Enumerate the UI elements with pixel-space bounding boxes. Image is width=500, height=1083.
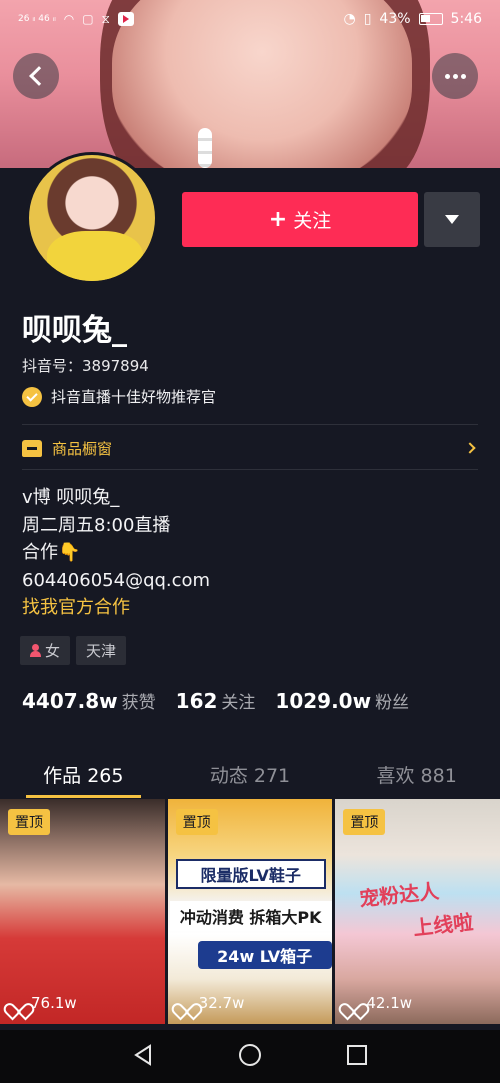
follow-button[interactable]: + 关注 [182, 192, 418, 247]
followers-label: 粉丝 [375, 693, 410, 713]
following-stat[interactable]: 162 关注 [176, 688, 256, 713]
more-dots-icon [444, 73, 466, 79]
cover-earring [198, 128, 212, 168]
video-thumbnail[interactable]: 置顶 宠粉达人 上线啦 42.1w [335, 799, 500, 1024]
heart-icon [345, 996, 360, 1010]
heart-icon [178, 996, 193, 1010]
app-notification-icon [117, 12, 134, 26]
video-caption: 24w LV箱子 [197, 941, 332, 969]
chevron-left-icon [28, 66, 49, 86]
check-badge-icon [22, 386, 42, 407]
following-label: 关注 [221, 693, 256, 713]
video-like-count: 76.1w [31, 994, 77, 1012]
shop-window-row[interactable]: 商品橱窗 [22, 432, 478, 464]
shop-window-label: 商品橱窗 [52, 439, 113, 458]
official-cooperation-link[interactable]: 找我官方合作 [22, 594, 210, 622]
content-tabs: 作品 265 动态 271 喜欢 881 [0, 750, 500, 798]
tab-likes[interactable]: 喜欢 881 [333, 750, 500, 798]
profile-bio: v博 呗呗兔_ 周二周五8:00直播 合作👇 604406054@qq.com … [22, 484, 210, 622]
pinned-badge: 置顶 [8, 809, 50, 835]
video-grid: 置顶 76.1w 置顶 限量版LV鞋子 冲动消费 拆箱大PK 24w LV箱子 … [0, 799, 500, 1024]
likes-label: 获赞 [121, 693, 156, 713]
divider [22, 469, 478, 470]
video-like-count: 42.1w [366, 994, 413, 1012]
recommend-dropdown-button[interactable] [424, 192, 480, 247]
likes-count: 4407.8w [22, 689, 118, 713]
video-thumbnail[interactable]: 置顶 76.1w [0, 799, 165, 1024]
video-caption: 冲动消费 拆箱大PK [169, 901, 332, 931]
hourglass-icon: ⧖ [101, 11, 110, 26]
status-left: 26 ᵢₗ 46 ᵢₗ ◠ ▢ ⧖ [18, 12, 134, 27]
system-navigation-bar [0, 1030, 500, 1083]
pinned-badge: 置顶 [343, 809, 386, 835]
following-count: 162 [175, 689, 218, 713]
nav-back-button[interactable] [132, 1043, 154, 1070]
video-likes: 76.1w [10, 994, 77, 1012]
signal-indicator: 26 ᵢₗ 46 ᵢₗ [18, 14, 56, 24]
tab-works[interactable]: 作品 265 [0, 750, 167, 798]
douyin-id: 抖音号：3897894 [22, 357, 149, 375]
profile-tags: 女 天津 [20, 636, 127, 665]
location-tag: 天津 [76, 636, 127, 665]
triangle-back-icon [134, 1043, 151, 1066]
back-button[interactable] [13, 53, 59, 99]
video-likes: 42.1w [345, 994, 412, 1012]
pinned-badge: 置顶 [175, 809, 218, 835]
vibrate-icon: ▯ [363, 11, 372, 27]
shop-icon [22, 439, 42, 457]
profile-nickname: 呗呗兔_ [22, 313, 127, 348]
shop-window-left: 商品橱窗 [22, 438, 112, 459]
nav-home-button[interactable] [238, 1043, 262, 1071]
status-right: ◔ ▯ 43% 5:46 [343, 11, 482, 27]
bio-line: 604406054@qq.com [22, 569, 211, 591]
video-like-count: 32.7w [198, 994, 245, 1012]
bio-line: v博 呗呗兔_ [22, 487, 120, 508]
location-label: 天津 [86, 642, 117, 660]
follow-label: 关注 [293, 210, 332, 232]
circle-home-icon [239, 1043, 261, 1066]
bio-line: 周二周五8:00直播 [22, 514, 171, 536]
plus-icon: + [268, 207, 288, 232]
square-recents-icon [347, 1044, 367, 1065]
tab-dynamics[interactable]: 动态 271 [167, 750, 334, 798]
verification-text: 抖音直播十佳好物推荐官 [51, 388, 217, 406]
wifi-icon: ◠ [63, 12, 75, 26]
status-time: 5:46 [450, 11, 482, 27]
avatar[interactable] [26, 152, 158, 284]
video-thumbnail[interactable]: 置顶 限量版LV鞋子 冲动消费 拆箱大PK 24w LV箱子 32.7w [167, 799, 333, 1024]
alarm-icon: ◔ [343, 11, 356, 27]
verification-badge: 抖音直播十佳好物推荐官 [22, 386, 216, 407]
followers-count: 1029.0w [275, 689, 372, 713]
notification-icon: ▢ [82, 12, 94, 26]
more-options-button[interactable] [432, 53, 478, 99]
chevron-right-icon [464, 442, 476, 454]
bio-line: 合作👇 [22, 542, 81, 563]
video-caption: 限量版LV鞋子 [175, 859, 326, 889]
likes-stat[interactable]: 4407.8w 获赞 [22, 688, 156, 713]
gender-tag: 女 [20, 636, 71, 665]
battery-percent: 43% [379, 11, 411, 27]
female-icon [30, 644, 41, 657]
video-caption: 上线啦 [412, 909, 475, 941]
heart-icon [10, 996, 25, 1010]
profile-stats: 4407.8w 获赞 162 关注 1029.0w 粉丝 [22, 688, 409, 713]
divider [22, 424, 478, 425]
nav-recents-button[interactable] [346, 1044, 368, 1070]
gender-label: 女 [45, 642, 61, 660]
caret-down-icon [445, 215, 459, 224]
video-caption: 宠粉达人 [358, 878, 441, 912]
status-bar: 26 ᵢₗ 46 ᵢₗ ◠ ▢ ⧖ ◔ ▯ 43% 5:46 [0, 0, 500, 38]
battery-icon [418, 13, 443, 25]
video-likes: 32.7w [178, 994, 245, 1012]
followers-stat[interactable]: 1029.0w 粉丝 [275, 688, 409, 713]
